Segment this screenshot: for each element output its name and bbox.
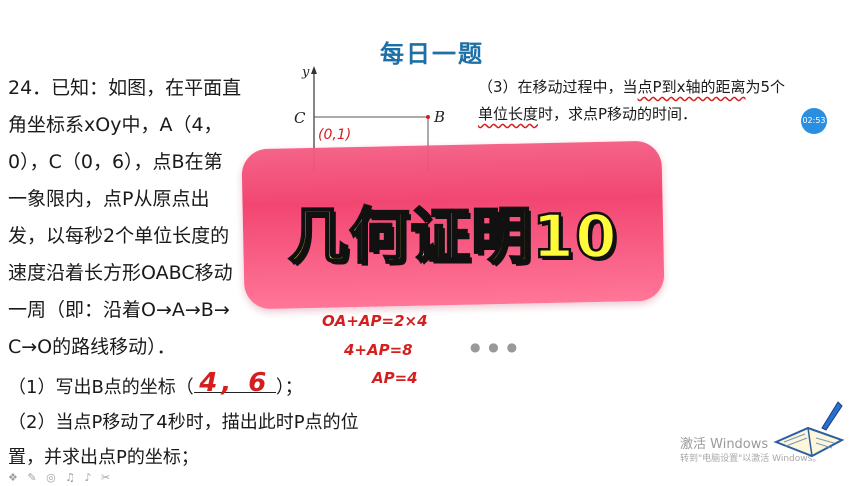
point-b — [426, 115, 430, 119]
bottom-toolbar-icons[interactable]: ❖ ✎ ◎ ♫ ♪ ✂ — [8, 471, 113, 484]
problem-line: C→O的路线移动）． — [8, 336, 176, 358]
subquestion-1-end: ）； — [275, 377, 303, 398]
part-3-line-2: 单位长度时，求点P移动的时间． — [478, 101, 838, 128]
activation-watermark-title: 激活 Windows — [680, 437, 769, 452]
part-3-highlight: 点P到x轴的距离 — [637, 78, 746, 96]
y-axis-label: y — [301, 65, 310, 80]
subquestion-2-line-1: （2）当点P移动了4秒时，描出此时P点的位 — [8, 412, 359, 433]
label-c: C — [294, 109, 306, 127]
subquestion-1-text: （1）写出B点的坐标（ — [8, 377, 194, 398]
part-3-question: （3）在移动过程中，当点P到x轴的距离为5个 单位长度时，求点P移动的时间． — [478, 74, 838, 128]
timer-badge: 02:53 — [801, 108, 827, 134]
part-3-line-1: （3）在移动过程中，当点P到x轴的距离为5个 — [478, 74, 838, 101]
answer-blank: 4, 6 — [193, 368, 276, 398]
handwritten-work-2: 4+AP=8 — [344, 341, 413, 359]
notebook-quill-icon — [773, 401, 845, 458]
y-axis-arrow — [311, 66, 317, 74]
part-3-highlight: 单位长度 — [478, 105, 539, 123]
label-b: B — [433, 108, 445, 126]
handwritten-note: (0,1) — [318, 127, 351, 143]
subquestion-1: （1）写出B点的坐标（ 4, 6）； — [8, 368, 478, 405]
part-3-text: 时，求点P移动的时间． — [538, 105, 698, 123]
subquestion-2-line-2: 置，并求出点P的坐标； — [8, 447, 199, 468]
problem-line: 24．已知：如图，在平面直 — [8, 77, 242, 99]
problem-line: 角坐标系xOy中，A（4， — [8, 114, 223, 136]
title-banner-text: 几何证明10 — [287, 201, 618, 274]
subquestions: （1）写出B点的坐标（ 4, 6）； （2）当点P移动了4秒时，描出此时P点的位 … — [8, 368, 478, 475]
handwritten-work-1: OA+AP=2×4 — [322, 312, 428, 330]
part-3-text: 为5个 — [745, 78, 786, 96]
handwritten-answer: 4, 6 — [199, 368, 271, 398]
pager-dots[interactable]: ● ● ● — [470, 340, 519, 354]
part-3-text: （3）在移动过程中，当 — [478, 78, 638, 96]
